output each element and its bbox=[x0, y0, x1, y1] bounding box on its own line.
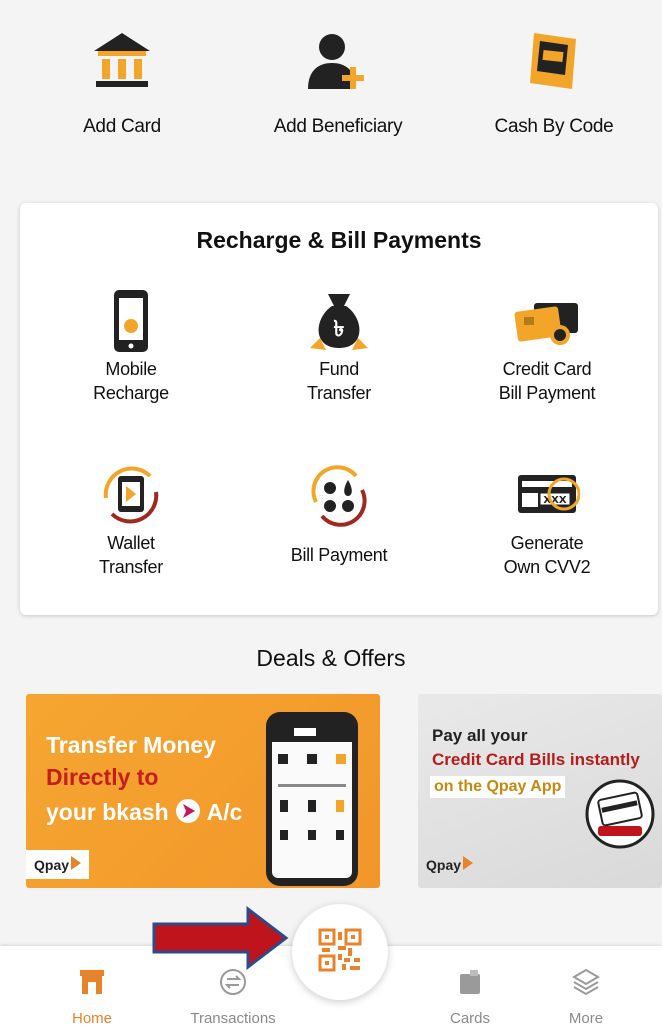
add-card-label: Add Card bbox=[83, 116, 161, 137]
home-store-icon bbox=[32, 968, 152, 996]
mobile-recharge-label: Mobile Recharge bbox=[93, 359, 169, 403]
phone-mockup-icon bbox=[264, 710, 360, 888]
cards-icon bbox=[410, 968, 530, 996]
quick-actions: Add Card Add Beneficiary Cash By Code bbox=[0, 0, 662, 200]
banner1-line2: Directly to bbox=[46, 764, 159, 790]
red-arrow-icon bbox=[152, 905, 290, 975]
credit-card-bills-banner[interactable]: Pay all your Credit Card Bills instantly… bbox=[418, 694, 662, 888]
generate-cvv2-label: Generate Own CVV2 bbox=[503, 533, 591, 577]
recharge-card: Recharge & Bill Payments Mobile Recharge… bbox=[20, 203, 658, 615]
mobile-recharge-button[interactable]: Mobile Recharge bbox=[26, 285, 236, 405]
deals-title: Deals & Offers bbox=[256, 645, 406, 671]
nav-home-label: Home bbox=[71, 1010, 112, 1027]
bill-payment-label: Bill Payment bbox=[290, 545, 388, 565]
qr-code-icon bbox=[318, 928, 362, 977]
banner2-line1: Pay all your bbox=[432, 726, 528, 745]
recharge-title: Recharge & Bill Payments bbox=[196, 227, 482, 253]
qpay-logo-text: Qpay bbox=[34, 856, 70, 873]
nav-more[interactable]: More bbox=[526, 946, 646, 1033]
money-bag-icon: ৳ bbox=[234, 285, 444, 357]
nav-cards[interactable]: Cards bbox=[410, 946, 530, 1033]
transfer-money-banner[interactable]: Transfer Money Directly to your bkash A/… bbox=[26, 694, 380, 888]
add-card-button[interactable]: Add Card bbox=[22, 20, 222, 138]
generate-cvv2-button[interactable]: XXX Generate Own CVV2 bbox=[442, 459, 652, 579]
credit-card-icon bbox=[442, 285, 652, 357]
nav-more-label: More bbox=[568, 1010, 604, 1027]
nav-cards-label: Cards bbox=[449, 1010, 490, 1027]
cash-by-code-button[interactable]: Cash By Code bbox=[454, 20, 654, 138]
qr-scan-button[interactable] bbox=[292, 904, 388, 1000]
wallet-transfer-label: Wallet Transfer bbox=[99, 533, 163, 577]
cvv-card-icon: XXX bbox=[442, 459, 652, 531]
credit-card-badge-icon bbox=[584, 778, 656, 855]
banner2-line3: on the Qpay App bbox=[430, 776, 566, 798]
atm-icon bbox=[454, 20, 654, 102]
bill-payment-button[interactable]: Bill Payment bbox=[234, 459, 444, 567]
banner1-line3-post: A/c bbox=[206, 799, 243, 826]
bank-icon bbox=[22, 20, 222, 102]
utility-icon bbox=[234, 459, 444, 531]
wallet-transfer-icon bbox=[26, 459, 236, 531]
qpay-logo-mark-icon bbox=[71, 856, 82, 873]
add-beneficiary-label: Add Beneficiary bbox=[273, 116, 403, 137]
layers-icon bbox=[526, 968, 646, 996]
banner1-line1: Transfer Money bbox=[46, 732, 216, 758]
banner1-line3-pre: your bkash bbox=[46, 799, 169, 826]
mobile-icon bbox=[26, 285, 236, 357]
banner2-line2: Credit Card Bills instantly bbox=[432, 750, 640, 769]
banner1-line3: your bkash A/c bbox=[46, 798, 242, 830]
nav-transactions-label: Transactions bbox=[190, 1010, 276, 1027]
cash-by-code-label: Cash By Code bbox=[494, 116, 614, 137]
fund-transfer-label: Fund Transfer bbox=[307, 359, 371, 403]
add-user-icon bbox=[238, 20, 438, 102]
credit-card-bill-label: Credit Card Bill Payment bbox=[498, 359, 596, 403]
qpay-logo-2-text: Qpay bbox=[426, 856, 462, 873]
fund-transfer-button[interactable]: ৳ Fund Transfer bbox=[234, 285, 444, 405]
svg-text:৳: ৳ bbox=[334, 317, 345, 342]
qpay-logo: Qpay bbox=[26, 850, 90, 879]
nav-home[interactable]: Home bbox=[32, 946, 152, 1033]
wallet-transfer-button[interactable]: Wallet Transfer bbox=[26, 459, 236, 579]
qpay-logo-2-mark-icon bbox=[463, 856, 474, 873]
bkash-logo-icon bbox=[175, 798, 201, 830]
credit-card-bill-button[interactable]: Credit Card Bill Payment bbox=[442, 285, 652, 405]
add-beneficiary-button[interactable]: Add Beneficiary bbox=[238, 20, 438, 138]
qpay-logo-2: Qpay bbox=[418, 852, 481, 877]
